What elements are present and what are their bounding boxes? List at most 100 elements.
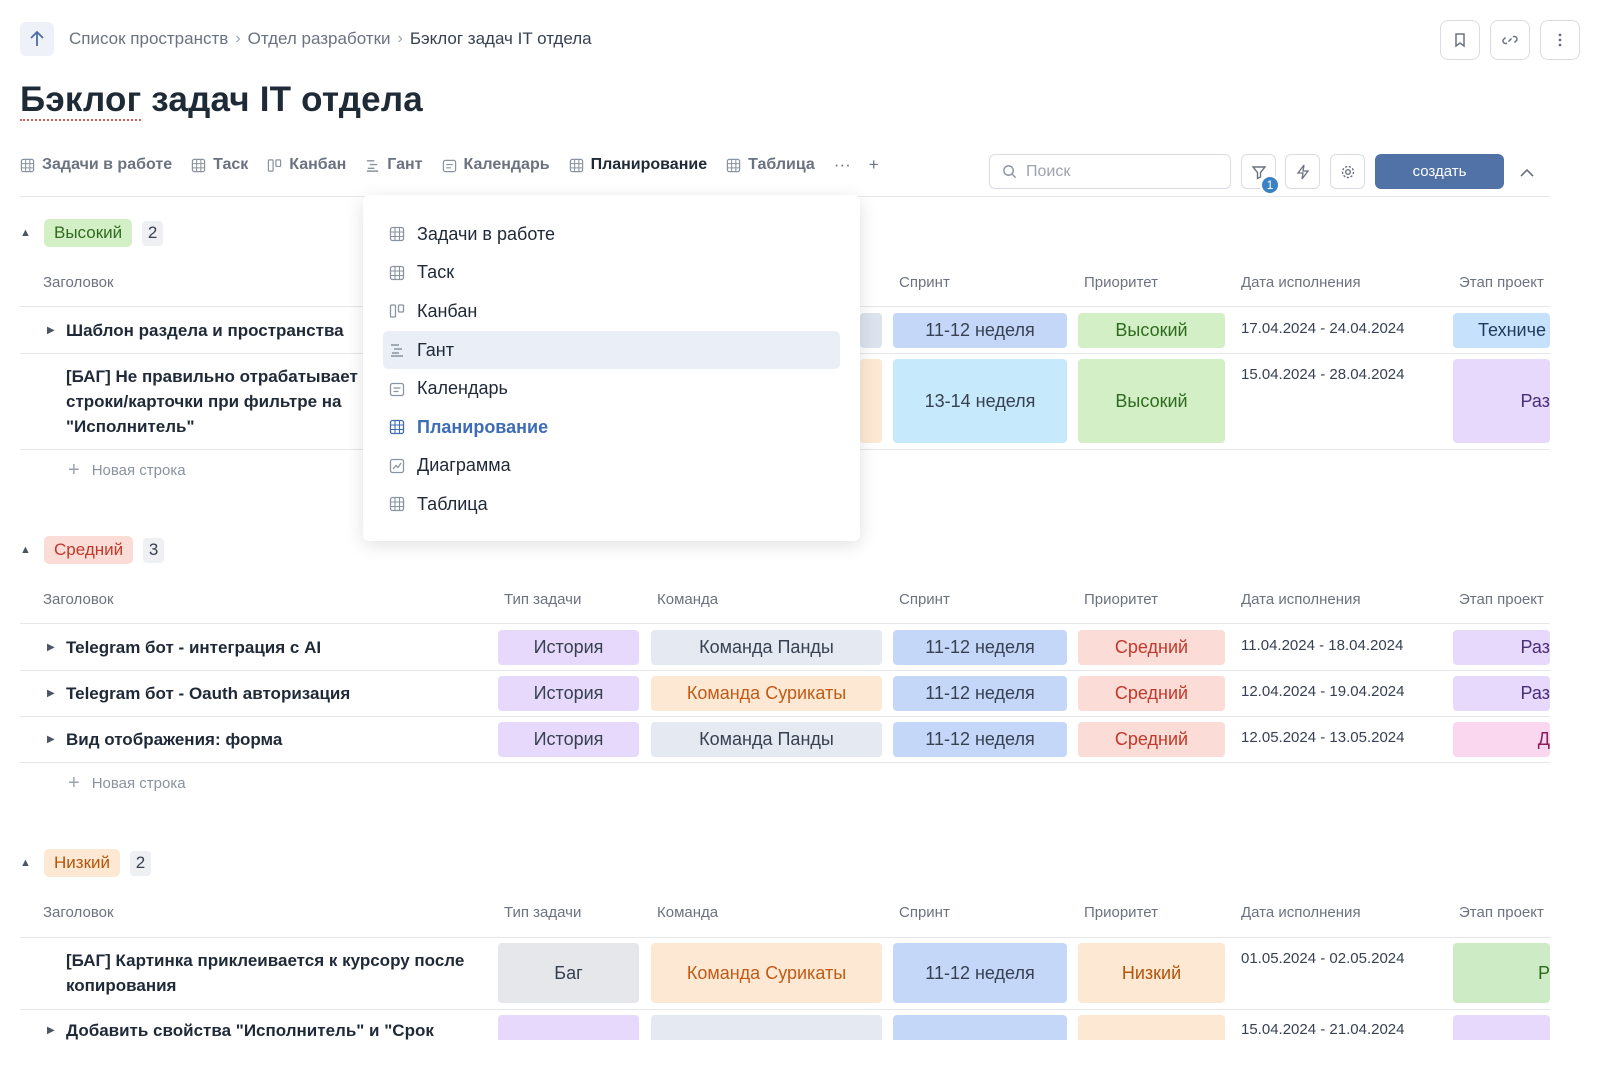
team-cell-partial[interactable] <box>860 359 882 443</box>
task-title-line1[interactable]: [БАГ] Не правильно отрабатывает <box>66 364 358 389</box>
group-header-low[interactable]: ▲ Низкий 2 <box>20 849 151 877</box>
task-type-cell[interactable]: История <box>498 676 639 711</box>
column-header-team[interactable]: Команда <box>657 904 718 921</box>
task-type-cell[interactable]: История <box>498 722 639 757</box>
menu-item-kanban[interactable]: Канбан <box>383 292 840 331</box>
due-date-cell[interactable]: 11.04.2024 - 18.04.2024 <box>1241 637 1403 654</box>
stage-cell[interactable]: Раз <box>1453 359 1550 443</box>
filter-button[interactable]: 1 <box>1241 154 1280 195</box>
sprint-cell[interactable]: 13-14 неделя <box>893 359 1067 443</box>
tab-gantt[interactable]: Гант <box>365 156 423 174</box>
tab-planning[interactable]: Планирование <box>569 156 707 174</box>
sprint-cell[interactable]: 11-12 неделя <box>893 313 1067 348</box>
breadcrumb-item-spaces[interactable]: Список пространств <box>69 29 228 49</box>
create-button[interactable]: создать <box>1375 154 1504 189</box>
caret-up-icon[interactable]: ▲ <box>20 544 40 556</box>
search-input[interactable]: Поиск <box>989 154 1231 189</box>
priority-cell[interactable]: Средний <box>1078 676 1225 711</box>
expand-row-icon[interactable]: ▶ <box>47 1025 55 1036</box>
add-view-button[interactable]: + <box>869 155 879 175</box>
task-title-line1[interactable]: [БАГ] Картинка приклеивается к курсору п… <box>66 948 464 973</box>
stage-cell[interactable]: Техниче <box>1453 313 1550 348</box>
due-date-cell[interactable]: 01.05.2024 - 02.05.2024 <box>1241 950 1404 967</box>
column-header-team[interactable]: Команда <box>657 591 718 608</box>
column-header-priority[interactable]: Приоритет <box>1084 274 1158 291</box>
stage-cell[interactable]: Раз <box>1453 630 1550 665</box>
task-title[interactable]: Вид отображения: форма <box>66 727 282 752</box>
caret-up-icon[interactable]: ▲ <box>20 227 40 239</box>
due-date-cell[interactable]: 17.04.2024 - 24.04.2024 <box>1241 320 1404 337</box>
team-cell[interactable]: Команда Сурикаты <box>651 943 882 1003</box>
column-header-due-date[interactable]: Дата исполнения <box>1241 591 1361 608</box>
task-title-line3[interactable]: "Исполнитель" <box>66 414 195 439</box>
menu-item-table[interactable]: Таблица <box>383 485 840 524</box>
menu-item-tasks-in-progress[interactable]: Задачи в работе <box>383 215 840 254</box>
column-header-title[interactable]: Заголовок <box>43 274 114 291</box>
menu-item-task[interactable]: Таск <box>383 254 840 293</box>
sprint-cell[interactable]: 11-12 неделя <box>893 722 1067 757</box>
task-title[interactable]: Telegram бот - Oauth авторизация <box>66 681 350 706</box>
column-header-task-type[interactable]: Тип задачи <box>504 904 581 921</box>
stage-cell[interactable]: Раз <box>1453 676 1550 711</box>
expand-row-icon[interactable]: ▶ <box>47 325 55 336</box>
task-title[interactable]: Шаблон раздела и пространства <box>66 318 344 343</box>
collapse-button[interactable] <box>1515 160 1539 184</box>
due-date-cell[interactable]: 15.04.2024 - 28.04.2024 <box>1241 366 1404 383</box>
column-header-priority[interactable]: Приоритет <box>1084 591 1158 608</box>
more-options-button[interactable] <box>1540 20 1580 60</box>
column-header-project-stage[interactable]: Этап проект <box>1459 274 1544 291</box>
breadcrumb-item-dev-department[interactable]: Отдел разработки <box>248 29 391 49</box>
expand-row-icon[interactable]: ▶ <box>47 688 55 699</box>
copy-link-button[interactable] <box>1490 20 1530 60</box>
team-cell[interactable]: Команда Сурикаты <box>651 676 882 711</box>
caret-up-icon[interactable]: ▲ <box>20 857 40 869</box>
due-date-cell[interactable]: 12.04.2024 - 19.04.2024 <box>1241 683 1404 700</box>
menu-item-gantt[interactable]: Гант <box>383 330 840 370</box>
new-row-button[interactable]: + Новая строка <box>68 459 186 482</box>
menu-item-calendar[interactable]: Календарь <box>383 369 840 408</box>
column-header-sprint[interactable]: Спринт <box>899 274 950 291</box>
team-cell[interactable]: Команда Панды <box>651 722 882 757</box>
team-cell-partial[interactable] <box>860 313 882 348</box>
stage-cell[interactable]: Р <box>1453 943 1550 1003</box>
priority-cell[interactable]: Средний <box>1078 722 1225 757</box>
menu-item-diagram[interactable]: Диаграмма <box>383 447 840 486</box>
column-header-due-date[interactable]: Дата исполнения <box>1241 274 1361 291</box>
tab-calendar[interactable]: Календарь <box>442 156 550 174</box>
tab-tasks-in-progress[interactable]: Задачи в работе <box>20 156 172 174</box>
tab-table[interactable]: Таблица <box>726 156 815 174</box>
column-header-sprint[interactable]: Спринт <box>899 591 950 608</box>
new-row-button[interactable]: + Новая строка <box>68 772 186 795</box>
group-header-high[interactable]: ▲ Высокий 2 <box>20 219 164 247</box>
column-header-project-stage[interactable]: Этап проект <box>1459 591 1544 608</box>
task-type-cell[interactable]: Баг <box>498 943 639 1003</box>
group-header-medium[interactable]: ▲ Средний 3 <box>20 536 165 564</box>
expand-row-icon[interactable]: ▶ <box>47 734 55 745</box>
expand-row-icon[interactable]: ▶ <box>47 642 55 653</box>
column-header-sprint[interactable]: Спринт <box>899 904 950 921</box>
automation-button[interactable] <box>1285 154 1320 189</box>
settings-button[interactable] <box>1330 154 1365 189</box>
tab-task[interactable]: Таск <box>191 156 248 174</box>
priority-cell[interactable]: Высокий <box>1078 313 1225 348</box>
up-arrow-button[interactable] <box>20 22 54 56</box>
column-header-project-stage[interactable]: Этап проект <box>1459 904 1544 921</box>
task-title[interactable]: Telegram бот - интеграция с AI <box>66 635 321 660</box>
sprint-cell[interactable]: 11-12 неделя <box>893 943 1067 1003</box>
bookmark-button[interactable] <box>1440 20 1480 60</box>
priority-cell[interactable]: Низкий <box>1078 943 1225 1003</box>
task-title-line2[interactable]: копирования <box>66 973 176 998</box>
priority-cell[interactable]: Высокий <box>1078 359 1225 443</box>
due-date-cell[interactable]: 12.05.2024 - 13.05.2024 <box>1241 729 1404 746</box>
due-date-cell[interactable]: 15.04.2024 - 21.04.2024 <box>1241 1021 1404 1038</box>
sprint-cell[interactable]: 11-12 неделя <box>893 676 1067 711</box>
team-cell[interactable]: Команда Панды <box>651 630 882 665</box>
more-tabs-button[interactable]: ··· <box>834 155 851 175</box>
column-header-title[interactable]: Заголовок <box>43 591 114 608</box>
column-header-title[interactable]: Заголовок <box>43 904 114 921</box>
task-title-line2[interactable]: строки/карточки при фильтре на <box>66 389 342 414</box>
column-header-priority[interactable]: Приоритет <box>1084 904 1158 921</box>
column-header-task-type[interactable]: Тип задачи <box>504 591 581 608</box>
priority-cell[interactable]: Средний <box>1078 630 1225 665</box>
sprint-cell[interactable]: 11-12 неделя <box>893 630 1067 665</box>
